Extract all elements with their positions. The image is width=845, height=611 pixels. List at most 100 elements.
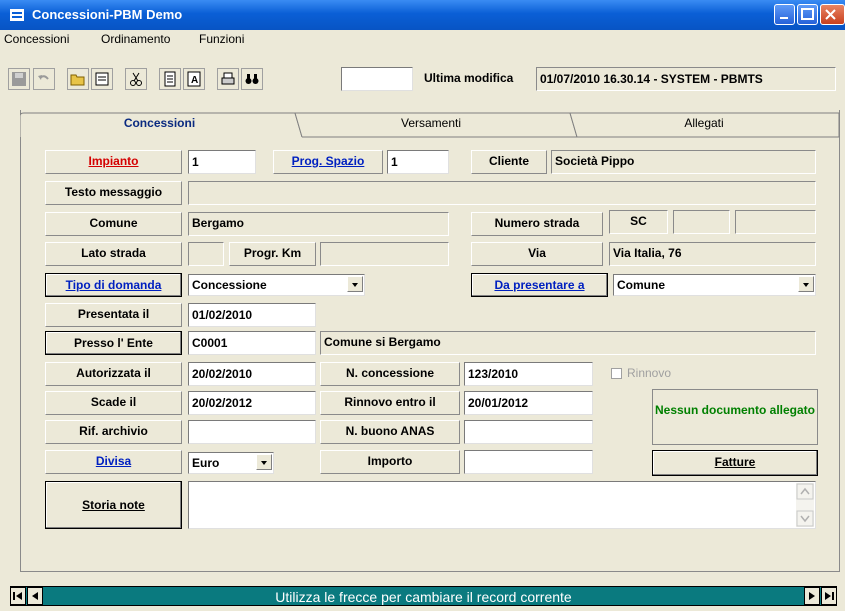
prev-record-icon [32, 592, 38, 600]
da-presentare-select[interactable]: Comune [613, 274, 816, 296]
via-field: Via Italia, 76 [609, 242, 816, 266]
impianto-link[interactable]: Impianto [89, 154, 139, 168]
tab-concessioni[interactable]: Concessioni [24, 113, 295, 135]
testo-messaggio-label: Testo messaggio [45, 181, 182, 205]
comune-field: Bergamo [188, 212, 449, 236]
presso-ente-button[interactable]: Presso l' Ente [45, 331, 182, 355]
presentata-field[interactable]: 01/02/2010 [188, 303, 316, 327]
maximize-icon [801, 8, 814, 20]
print-button[interactable] [217, 68, 239, 90]
undo-button[interactable] [33, 68, 55, 90]
first-record-icon [13, 592, 22, 600]
close-icon [825, 9, 836, 20]
paste-button[interactable] [159, 68, 181, 90]
menu-ordinamento[interactable]: Ordinamento [101, 32, 170, 46]
importo-field[interactable] [464, 450, 593, 474]
da-presentare-link[interactable]: Da presentare a [494, 278, 584, 292]
save-icon [12, 72, 26, 86]
search-input[interactable] [341, 67, 413, 91]
last-modified-value: 01/07/2010 16.30.14 - SYSTEM - PBMTS [536, 67, 836, 91]
last-modified-label: Ultima modifica [424, 71, 514, 85]
prog-spazio-label[interactable]: Prog. Spazio [273, 150, 383, 174]
tipo-domanda-value: Concessione [192, 278, 267, 292]
scroll-arrows-icon [796, 483, 814, 527]
autorizzata-field[interactable]: 20/02/2010 [188, 362, 316, 386]
prev-record-button[interactable] [27, 587, 43, 605]
rinnovo-entro-field[interactable]: 20/01/2012 [464, 391, 593, 415]
last-record-button[interactable] [821, 587, 837, 605]
numero-strada-field-3 [735, 210, 816, 234]
numero-strada-field-2 [673, 210, 730, 234]
folder-open-icon [70, 74, 85, 86]
title-bar: Concessioni-PBM Demo [0, 0, 845, 30]
divisa-label[interactable]: Divisa [45, 450, 182, 474]
chevron-down-icon[interactable] [347, 276, 363, 292]
prog-spazio-field[interactable]: 1 [387, 150, 449, 174]
menu-funzioni[interactable]: Funzioni [199, 32, 244, 46]
tab-versamenti[interactable]: Versamenti [296, 113, 566, 135]
divisa-value: Euro [192, 456, 220, 470]
maximize-button[interactable] [797, 4, 818, 25]
chevron-down-icon[interactable] [256, 454, 272, 470]
tipo-domanda-link[interactable]: Tipo di domanda [66, 278, 162, 292]
status-bar: Utilizza le frecce per cambiare il recor… [10, 586, 837, 606]
lato-strada-field [188, 242, 224, 266]
n-concessione-field[interactable]: 123/2010 [464, 362, 593, 386]
tipo-domanda-select[interactable]: Concessione [188, 274, 365, 296]
scade-label: Scade il [45, 391, 182, 415]
minimize-button[interactable] [774, 4, 795, 25]
no-document-box[interactable]: Nessun documento allegato [652, 389, 818, 445]
n-concessione-label: N. concessione [320, 362, 460, 386]
open-button[interactable] [67, 68, 89, 90]
n-buono-label: N. buono ANAS [320, 420, 460, 444]
save-button[interactable] [8, 68, 30, 90]
last-record-icon [825, 592, 834, 600]
chevron-down-icon[interactable] [798, 276, 814, 292]
fatture-button[interactable]: Fatture [652, 450, 818, 476]
binoculars-icon [245, 74, 259, 84]
menu-concessioni[interactable]: Concessioni [4, 32, 69, 46]
scrollbar[interactable] [796, 483, 814, 527]
tab-allegati[interactable]: Allegati [570, 113, 838, 135]
numero-strada-field-1: SC [609, 210, 668, 234]
prog-spazio-link[interactable]: Prog. Spazio [292, 154, 365, 168]
comune-label: Comune [45, 212, 182, 236]
window-title: Concessioni-PBM Demo [32, 7, 183, 22]
cut-button[interactable] [125, 68, 147, 90]
properties-icon [95, 72, 109, 86]
app-icon [10, 9, 24, 21]
scade-field[interactable]: 20/02/2012 [188, 391, 316, 415]
progr-km-label: Progr. Km [229, 242, 316, 266]
da-presentare-button[interactable]: Da presentare a [471, 273, 608, 297]
divisa-link[interactable]: Divisa [96, 454, 131, 468]
storia-note-button[interactable]: Storia note [45, 481, 182, 529]
tipo-domanda-button[interactable]: Tipo di domanda [45, 273, 182, 297]
progr-km-field [320, 242, 449, 266]
properties-button[interactable] [91, 68, 113, 90]
search-button[interactable] [241, 68, 263, 90]
first-record-button[interactable] [10, 587, 26, 605]
testo-messaggio-field [188, 181, 816, 205]
next-record-button[interactable] [804, 587, 820, 605]
presso-ente-code-field[interactable]: C0001 [188, 331, 316, 355]
rinnovo-checkbox[interactable] [611, 368, 622, 379]
autorizzata-label: Autorizzata il [45, 362, 182, 386]
find-text-button[interactable]: A [183, 68, 205, 90]
impianto-label[interactable]: Impianto [45, 150, 182, 174]
close-button[interactable] [820, 4, 845, 25]
divisa-select[interactable]: Euro [188, 452, 274, 474]
menu-bar: Concessioni Ordinamento Funzioni [0, 30, 845, 49]
impianto-field[interactable]: 1 [188, 150, 256, 174]
presentata-label: Presentata il [45, 303, 182, 327]
da-presentare-value: Comune [617, 278, 665, 292]
rif-archivio-field[interactable] [188, 420, 316, 444]
scissors-icon [130, 72, 142, 86]
n-buono-field[interactable] [464, 420, 593, 444]
document-icon [164, 71, 176, 87]
numero-strada-label: Numero strada [471, 212, 603, 236]
next-record-icon [809, 592, 815, 600]
printer-icon [221, 72, 235, 85]
presso-ente-desc-field: Comune si Bergamo [320, 331, 816, 355]
lato-strada-label: Lato strada [45, 242, 182, 266]
storia-note-field[interactable] [188, 481, 816, 529]
